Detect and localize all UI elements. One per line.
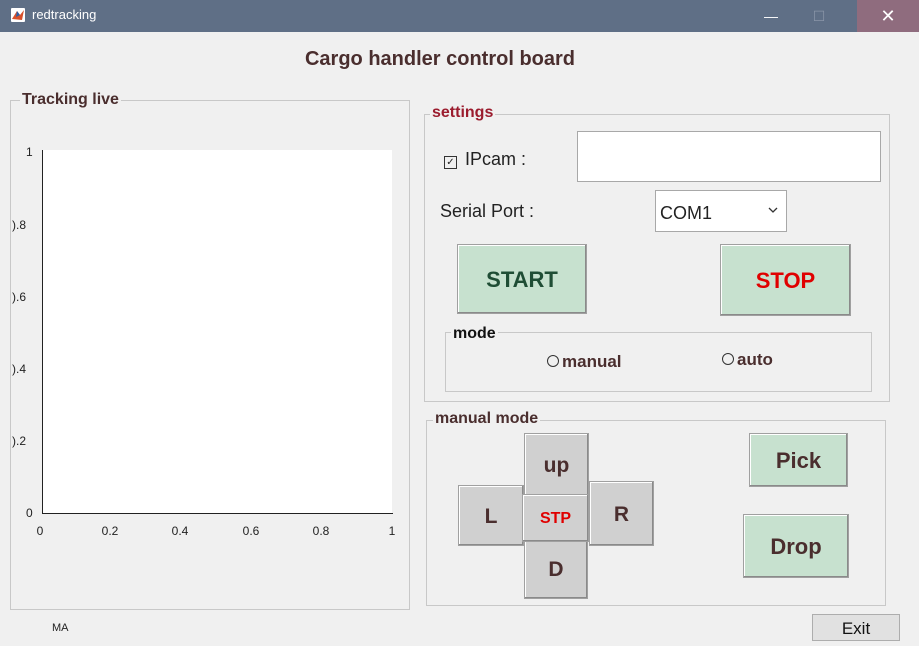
ipcam-label: IPcam :: [465, 149, 527, 169]
y-tick-label: ).8: [12, 218, 27, 232]
left-button[interactable]: L: [458, 485, 524, 546]
x-tick-label: 0.4: [171, 524, 189, 538]
manual-mode-panel-label: manual mode: [433, 410, 541, 428]
checkbox-check-icon[interactable]: ✓: [444, 156, 457, 169]
x-axis-line: [42, 513, 393, 514]
window-title: redtracking: [32, 7, 97, 22]
mode-panel: [445, 332, 872, 392]
mode-panel-label: mode: [451, 325, 498, 343]
y-axis-line: [42, 150, 43, 514]
ipcam-checkbox[interactable]: ✓ IPcam :: [444, 149, 526, 170]
status-text: MA: [52, 622, 69, 634]
serial-port-select[interactable]: COM1: [655, 190, 787, 232]
ipcam-input[interactable]: [577, 131, 881, 182]
title-bar: redtracking — ☐ ✕: [0, 0, 919, 32]
x-tick-label: 0.8: [312, 524, 330, 538]
x-tick-label: 0.2: [101, 524, 119, 538]
tracking-plot-area[interactable]: [43, 150, 392, 513]
stp-button[interactable]: STP: [522, 494, 589, 542]
radio-circle-icon: [547, 355, 559, 367]
minimize-button[interactable]: —: [749, 0, 793, 32]
radio-circle-icon: [722, 353, 734, 365]
pick-button[interactable]: Pick: [749, 433, 848, 487]
right-button[interactable]: R: [589, 481, 654, 546]
x-tick-label: 1: [388, 524, 396, 538]
x-tick-label: 0.6: [242, 524, 260, 538]
page-title: Cargo handler control board: [304, 48, 576, 70]
settings-panel-label: settings: [430, 104, 496, 122]
chevron-down-icon: [768, 202, 778, 217]
down-button[interactable]: D: [524, 538, 588, 599]
x-tick-label: 0: [36, 524, 44, 538]
maximize-button[interactable]: ☐: [797, 0, 841, 32]
mode-auto-radio[interactable]: auto: [722, 350, 773, 370]
y-tick-label: 1: [26, 145, 33, 159]
y-tick-label: ).2: [12, 434, 27, 448]
drop-button[interactable]: Drop: [743, 514, 849, 578]
mode-auto-label: auto: [737, 350, 773, 369]
exit-button[interactable]: Exit: [812, 614, 900, 641]
mode-manual-label: manual: [562, 352, 622, 371]
serial-port-label: Serial Port :: [440, 201, 535, 221]
y-tick-label: ).6: [12, 290, 27, 304]
y-tick-label: ).4: [12, 362, 27, 376]
serial-port-value: COM1: [660, 203, 713, 223]
tracking-panel-label: Tracking live: [20, 91, 121, 109]
mode-manual-radio[interactable]: manual: [547, 352, 622, 372]
matlab-icon: [11, 8, 25, 22]
close-button[interactable]: ✕: [857, 0, 919, 32]
start-button[interactable]: START: [457, 244, 587, 314]
up-button[interactable]: up: [524, 433, 589, 496]
y-tick-label: 0: [26, 506, 33, 520]
stop-button[interactable]: STOP: [720, 244, 851, 316]
